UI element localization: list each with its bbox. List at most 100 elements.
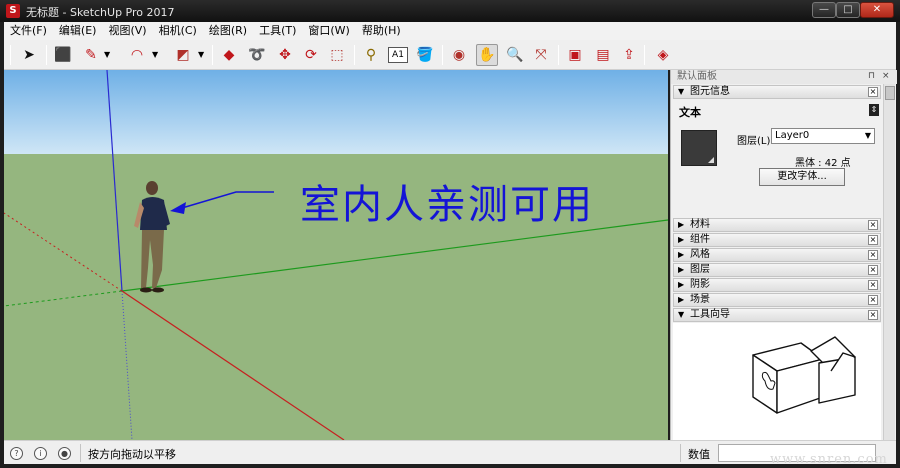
3d-text-caption[interactable]: 室内人亲测可用: [300, 172, 594, 230]
status-hint: 按方向拖动以平移: [88, 448, 176, 461]
ruby-extension-icon[interactable]: ◈: [652, 44, 674, 66]
select-arrow-icon[interactable]: ➤: [18, 44, 40, 66]
panel-shadows[interactable]: ▶ 阴影 ×: [673, 278, 881, 292]
close-panel-icon[interactable]: ×: [868, 220, 878, 230]
close-panel-icon[interactable]: ×: [868, 265, 878, 275]
panel-scenes[interactable]: ▶ 场景 ×: [673, 293, 881, 307]
geolocation-icon[interactable]: ?: [10, 447, 23, 460]
close-panel-icon[interactable]: ×: [868, 87, 878, 97]
menu-draw[interactable]: 绘图(R): [203, 22, 253, 40]
leader-arrowhead: [170, 202, 186, 214]
arc-icon[interactable]: ◠: [126, 44, 148, 66]
main-toolbar: ➤ ⬛ ✎ ▼ ◠ ▼ ◩ ▼ ◆ ➰ ✥ ⟳ ⬚ ⚲ A1 🪣 ◉ ✋ 🔍 ⤧…: [4, 40, 896, 70]
menu-file[interactable]: 文件(F): [4, 22, 53, 40]
follow-me-icon[interactable]: ➰: [246, 44, 268, 66]
expand-triangle-icon: ▶: [678, 235, 685, 244]
window-title: 无标题 - SketchUp Pro 2017: [26, 6, 175, 19]
entity-type-label: 文本: [679, 106, 701, 119]
close-icon[interactable]: ×: [882, 71, 890, 81]
title-bar: S 无标题 - SketchUp Pro 2017 — □ ✕: [0, 0, 900, 22]
chevron-down-icon[interactable]: ▼: [152, 50, 158, 59]
entity-info-panel: 文本 ⇕ 图层(L): Layer0 ▼ 黑体 : 42 点 更改字体...: [673, 100, 881, 218]
panel-instructor[interactable]: ▼ 工具向导 ×: [673, 308, 881, 322]
chevron-down-icon[interactable]: ▼: [104, 50, 110, 59]
text-icon[interactable]: A1: [388, 47, 408, 63]
close-window-button[interactable]: ✕: [860, 2, 894, 18]
layer-dropdown[interactable]: Layer0 ▼: [771, 128, 875, 144]
instructor-house-illustration: [752, 336, 856, 414]
model-axes: [4, 70, 668, 440]
scrollbar-thumb[interactable]: [885, 86, 895, 100]
panel-components[interactable]: ▶ 组件 ×: [673, 233, 881, 247]
instructor-panel: [673, 323, 881, 440]
person-figure[interactable]: [134, 181, 170, 293]
status-separator: [680, 444, 681, 462]
pencil-line-icon[interactable]: ✎: [80, 44, 102, 66]
menu-edit[interactable]: 编辑(E): [53, 22, 103, 40]
material-swatch[interactable]: [681, 130, 717, 166]
share-model-icon[interactable]: ⇪: [618, 44, 640, 66]
orbit-icon[interactable]: ◉: [448, 44, 470, 66]
close-panel-icon[interactable]: ×: [868, 295, 878, 305]
drawing-viewport[interactable]: 室内人亲测可用: [4, 70, 668, 440]
menu-help[interactable]: 帮助(H): [356, 22, 407, 40]
red-axis-negative: [4, 212, 123, 292]
scale-icon[interactable]: ⬚: [326, 44, 348, 66]
panel-label: 材料: [690, 219, 710, 230]
paint-bucket-icon[interactable]: 🪣: [414, 44, 436, 66]
pan-hand-icon[interactable]: ✋: [476, 44, 498, 66]
toolbar-separator: [212, 45, 213, 65]
minimize-button[interactable]: —: [812, 2, 836, 18]
expand-triangle-icon: ▶: [678, 295, 685, 304]
chevron-down-icon[interactable]: ▼: [198, 50, 204, 59]
panel-layers[interactable]: ▶ 图层 ×: [673, 263, 881, 277]
close-panel-icon[interactable]: ×: [868, 250, 878, 260]
tape-measure-icon[interactable]: ⚲: [360, 44, 382, 66]
detail-toggle-icon[interactable]: ⇕: [869, 104, 879, 116]
panel-label: 风格: [690, 249, 710, 260]
chevron-down-icon: ▼: [864, 131, 871, 140]
menu-view[interactable]: 视图(V): [102, 22, 152, 40]
pin-icon[interactable]: ⊓: [868, 71, 875, 81]
toolbar-separator: [10, 45, 11, 65]
panel-styles[interactable]: ▶ 风格 ×: [673, 248, 881, 262]
expand-triangle-icon: ▶: [678, 280, 685, 289]
layer-label: 图层(L):: [737, 136, 774, 147]
info-icon[interactable]: i: [34, 447, 47, 460]
leader-line[interactable]: [181, 191, 274, 209]
close-panel-icon[interactable]: ×: [868, 235, 878, 245]
layer-dropdown-value: Layer0: [775, 130, 810, 141]
warehouse-icon[interactable]: ▣: [564, 44, 586, 66]
tray-scrollbar[interactable]: [883, 84, 895, 440]
maximize-button[interactable]: □: [836, 2, 860, 18]
change-font-button[interactable]: 更改字体...: [759, 168, 845, 186]
push-pull-icon[interactable]: ◆: [218, 44, 240, 66]
eraser-icon[interactable]: ⬛: [52, 44, 74, 66]
watermark-text: www.snren.com: [770, 452, 888, 467]
menu-tools[interactable]: 工具(T): [253, 22, 302, 40]
user-icon[interactable]: ●: [58, 447, 71, 460]
expand-triangle-icon: ▶: [678, 265, 685, 274]
close-panel-icon[interactable]: ×: [868, 280, 878, 290]
menu-camera[interactable]: 相机(C): [153, 22, 203, 40]
toolbar-separator: [354, 45, 355, 65]
close-panel-icon[interactable]: ×: [868, 310, 878, 320]
blue-axis: [106, 70, 123, 292]
zoom-icon[interactable]: 🔍: [504, 44, 526, 66]
default-tray: 默认面板 ⊓ × ▼ 图元信息 × 文本 ⇕ 图层(L): Layer0 ▼ 黑…: [670, 70, 897, 440]
entity-info-header[interactable]: ▼ 图元信息 ×: [673, 85, 881, 99]
entity-info-label: 图元信息: [690, 86, 730, 97]
rotate-icon[interactable]: ⟳: [300, 44, 322, 66]
extension-warehouse-icon[interactable]: ▤: [592, 44, 614, 66]
zoom-extents-icon[interactable]: ⤧: [530, 44, 552, 66]
panel-materials[interactable]: ▶ 材料 ×: [673, 218, 881, 232]
move-icon[interactable]: ✥: [274, 44, 296, 66]
menu-window[interactable]: 窗口(W): [302, 22, 355, 40]
red-axis: [121, 290, 345, 440]
sketchup-app-icon[interactable]: S: [6, 4, 20, 18]
panel-label: 阴影: [690, 279, 710, 290]
rectangle-icon[interactable]: ◩: [172, 44, 194, 66]
menu-bar: 文件(F) 编辑(E) 视图(V) 相机(C) 绘图(R) 工具(T) 窗口(W…: [4, 22, 896, 40]
panel-label: 场景: [690, 294, 710, 305]
toolbar-separator: [46, 45, 47, 65]
